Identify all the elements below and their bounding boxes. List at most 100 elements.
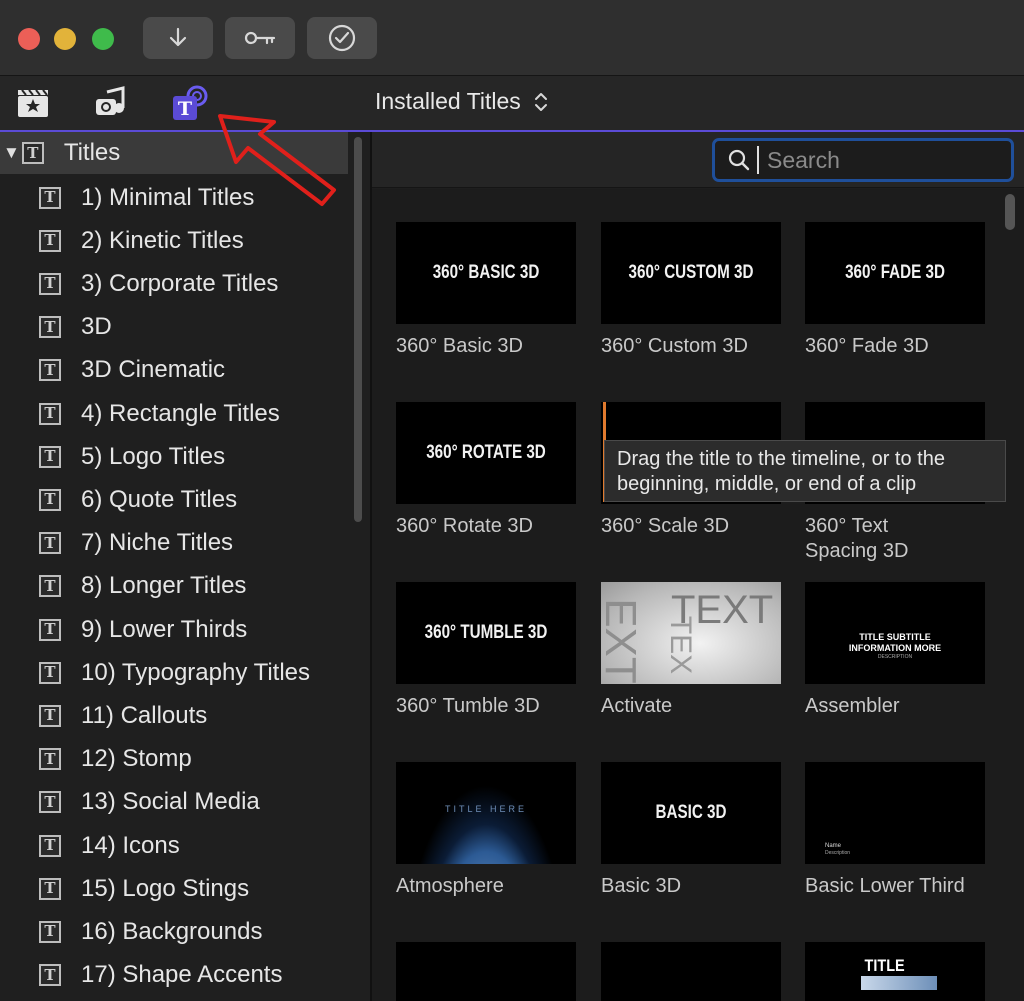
sidebar-item[interactable]: T 15) Logo Stings [0,867,348,910]
search-input[interactable] [767,146,997,174]
thumbnail-image [861,976,937,990]
thumbnail-text: 360° BASIC 3D [432,262,540,283]
disclosure-triangle-icon[interactable]: ▼ [3,143,20,163]
background-tasks-button[interactable] [307,17,377,59]
sidebar-scrollbar[interactable] [354,137,362,522]
sidebar-item[interactable]: T 3D Cinematic [0,349,348,392]
sidebar-item[interactable]: T 4) Rectangle Titles [0,392,348,435]
title-thumbnail[interactable]: 360° ROTATE 3D [396,402,576,504]
title-thumbnail[interactable]: Name Description [805,762,985,864]
title-label: Atmosphere [396,875,504,897]
keywords-button[interactable] [225,17,295,59]
sidebar-item[interactable]: T 5) Logo Titles [0,435,348,478]
title-icon: T [39,704,61,727]
title-thumbnail[interactable]: TEXT EXT TEX [601,582,781,684]
thumbnail-text: TITLE SUBTITLE [859,632,931,642]
title-icon: T [39,445,61,468]
titles-sidebar: ▼ T Titles T 1) Minimal Titles T 2) Kinetic… [0,132,370,1001]
sidebar-item-label: 5) Logo Titles [81,442,226,470]
sidebar-item[interactable]: T 7) Niche Titles [0,522,348,565]
photos-audio-tab[interactable] [92,84,130,122]
svg-text:T: T [178,98,192,120]
clapperboard-icon [18,89,48,117]
title-label: 360° Tumble 3D [396,695,540,717]
sidebar-item-label: 8) Longer Titles [81,572,247,600]
minimize-window-button[interactable] [54,28,76,50]
title-thumbnail[interactable]: TITLE SUBTITLE INFORMATION MORE DESCRIPTIO… [805,582,985,684]
photos-videos-tab[interactable] [14,84,52,122]
title-icon: T [39,316,61,339]
sidebar-item[interactable]: T 9) Lower Thirds [0,608,348,651]
sidebar-item-label: 2) Kinetic Titles [81,226,244,254]
thumbnail-text-rotated: EXT [601,598,645,684]
title-label: Basic 3D [601,875,682,897]
title-icon: T [39,791,61,814]
title-thumbnail[interactable]: BASIC 3D [601,762,781,864]
sidebar-item-label: 17) Shape Accents [81,961,283,989]
thumbnail-text: INFORMATION MORE [848,643,942,653]
title-icon: T [39,748,61,771]
title-thumbnail[interactable]: 360° FADE 3D [805,222,985,324]
title-label: 360° Rotate 3D [396,515,533,537]
thumbnail-text: Name [825,843,842,849]
sidebar-item[interactable]: T 8) Longer Titles [0,565,348,608]
sidebar-header-label: Titles [63,139,121,166]
grid-scrollbar[interactable] [1005,194,1015,230]
thumbnail-text: Description [825,850,851,856]
sidebar-item[interactable]: T 2) Kinetic Titles [0,219,348,262]
drag-tooltip: Drag the title to the timeline, or to th… [604,440,1006,502]
music-photo-icon [96,86,125,115]
title-icon: T [39,532,61,555]
title-thumbnail[interactable]: 360° CUSTOM 3D [601,222,781,324]
zoom-window-button[interactable] [92,28,114,50]
window-toolbar [0,0,1024,76]
sidebar-item[interactable]: T 3D [0,306,348,349]
sidebar-item[interactable]: T 14) Icons [0,824,348,867]
import-button[interactable] [143,17,213,59]
red-arrow-annotation [218,114,336,206]
thumbnail-text: 360° CUSTOM 3D [628,262,754,283]
sidebar-item-label: 6) Quote Titles [81,485,238,513]
search-icon [728,149,750,171]
sidebar-item[interactable]: T 3) Corporate Titles [0,262,348,305]
sidebar-item-label: 4) Rectangle Titles [81,399,280,427]
title-thumbnail[interactable]: 360° BASIC 3D [396,222,576,324]
title-label: 360° Scale 3D [601,515,730,537]
close-window-button[interactable] [18,28,40,50]
sidebar-item-label: 3D [81,313,112,341]
thumbnail-text: DESCRIPTION [877,654,913,660]
sidebar-item[interactable]: T 11) Callouts [0,694,348,737]
title-label: 360° Custom 3D [601,335,748,357]
title-thumbnail[interactable] [601,942,781,1001]
title-icon: T [39,920,61,943]
titles-generators-icon: T [173,85,208,120]
title-label: 360° Basic 3D [396,335,523,357]
sidebar-item[interactable]: T 13) Social Media [0,781,348,824]
sidebar-item[interactable]: T 17) Shape Accents [0,954,348,997]
sidebar-item[interactable]: T 12) Stomp [0,738,348,781]
checkmark-icon [328,24,356,52]
thumbnail-text-rotated: TEX [664,615,698,675]
sidebar-item-label: 16) Backgrounds [81,917,263,945]
title-icon: T [39,661,61,684]
sidebar-item-label: 15) Logo Stings [81,874,250,902]
title-thumbnail[interactable]: 360° TUMBLE 3D [396,582,576,684]
title-thumbnail[interactable] [396,942,576,1001]
search-field[interactable] [712,138,1014,182]
titles-generators-tab[interactable]: T [170,84,210,122]
title-label: Activate [601,695,673,717]
title-label: 360° Text Spacing 3D [805,515,909,562]
text-cursor [757,146,759,174]
library-title[interactable]: Installed Titles [375,88,549,115]
thumbnail-text: TITLE [864,956,905,975]
title-label: Assembler [805,695,900,717]
sidebar-item[interactable]: T 16) Backgrounds [0,910,348,953]
sidebar-item[interactable]: T 10) Typography Titles [0,651,348,694]
title-icon: T [39,359,61,382]
sidebar-item-label: 7) Niche Titles [81,529,234,557]
sidebar-item-label: 3) Corporate Titles [81,269,279,297]
sidebar-item[interactable]: T 6) Quote Titles [0,478,348,521]
title-thumbnail[interactable]: TITLE HERE [396,762,576,864]
title-thumbnail[interactable]: TITLE [805,942,985,1001]
title-label: Basic Lower Third [805,875,965,897]
